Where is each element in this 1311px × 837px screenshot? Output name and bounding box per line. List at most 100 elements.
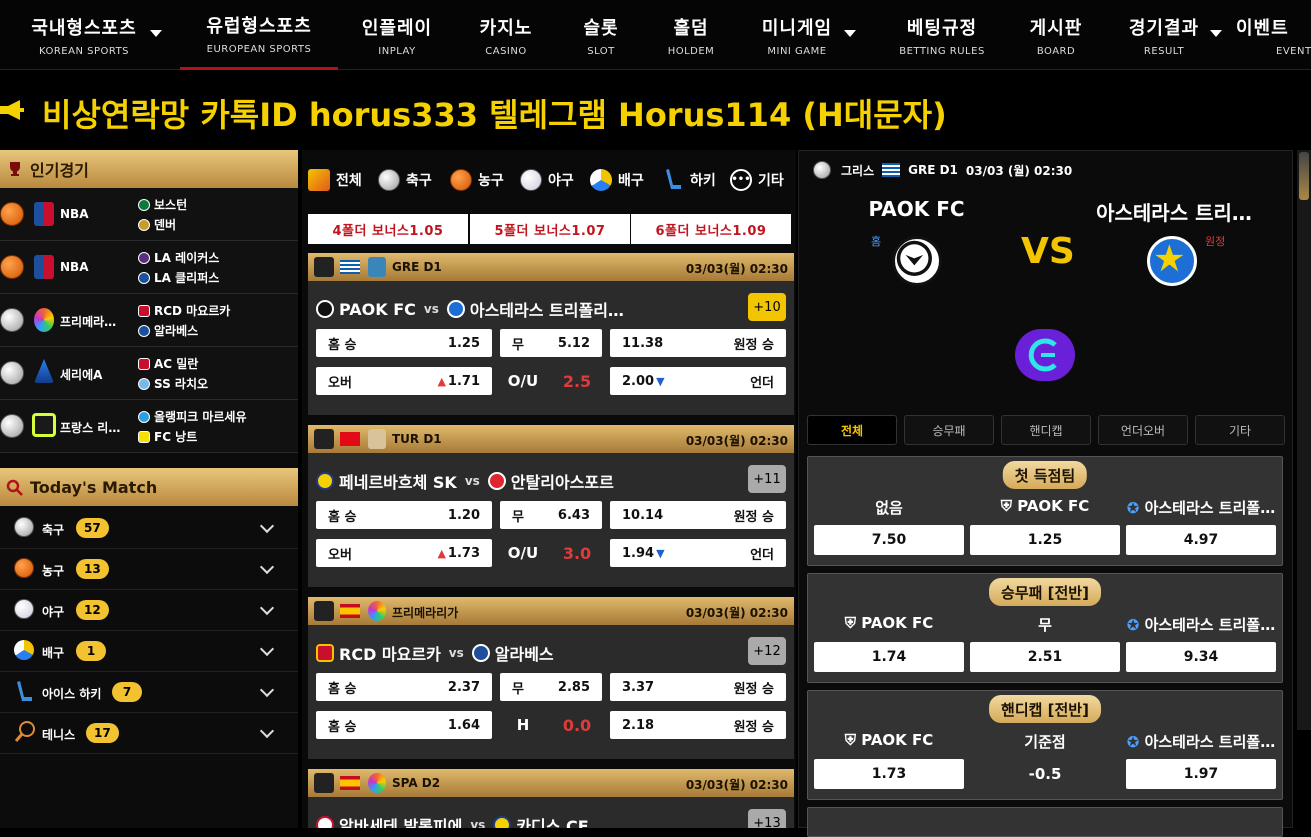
count-badge: 1 <box>76 641 106 661</box>
today-sport-soccer[interactable]: 축구 57 <box>0 508 298 549</box>
nav-board[interactable]: 게시판 BOARD <box>1020 0 1092 70</box>
filter-all[interactable]: 전체 <box>308 167 362 193</box>
market-1x2-first-half: 승무패 [전반] ⛨ PAOK FC 무 ✪ 아스테라스 트리폴… 1.74 2… <box>807 573 1283 683</box>
odds-button[interactable]: 7.50 <box>814 525 964 555</box>
nav-label: 인플레이 <box>361 17 433 39</box>
star-crest-icon: ✪ <box>1126 733 1145 751</box>
nav-korean-sports[interactable]: 국내형스포츠 KOREAN SPORTS <box>14 0 162 70</box>
odds-label: 홈 승 <box>328 337 357 353</box>
odds-draw[interactable]: 무 2.85 <box>500 673 602 701</box>
filter-soccer[interactable]: 축구 <box>378 167 432 193</box>
nav-casino[interactable]: 카지노 CASINO <box>466 0 546 70</box>
more-markets-button[interactable]: +11 <box>748 465 786 493</box>
live-stream-icon[interactable] <box>1015 329 1075 381</box>
baseball-icon <box>14 599 34 619</box>
odds-away[interactable]: 10.14 원정 승 <box>610 501 786 529</box>
tab-etc[interactable]: 기타 <box>1195 415 1285 445</box>
nav-slot[interactable]: 슬롯 SLOT <box>566 0 636 70</box>
popular-match[interactable]: 프리메라… RCD 마요르카 알라베스 <box>0 294 298 347</box>
odds-over[interactable]: 오버 ▲ 1.71 <box>316 367 492 395</box>
today-sport-hockey[interactable]: 아이스 하키 7 <box>0 672 298 713</box>
today-sport-volleyball[interactable]: 배구 1 <box>0 631 298 672</box>
odds-value: 3.37 <box>622 679 655 695</box>
today-sport-tennis[interactable]: 테니스 17 <box>0 713 298 754</box>
odds-home[interactable]: 홈 승 2.37 <box>316 673 492 701</box>
odds-label: 언더 <box>750 375 774 391</box>
count-badge: 17 <box>86 723 119 743</box>
odds-button[interactable]: 1.73 <box>814 759 964 789</box>
home-team: RCD 마요르카 <box>339 645 441 664</box>
nba-logo-icon <box>34 202 54 226</box>
more-markets-button[interactable]: +10 <box>748 293 786 321</box>
match-time: 03/03(월) 02:30 <box>685 778 788 792</box>
scrollbar[interactable] <box>1297 150 1311 730</box>
tab-win-draw-lose[interactable]: 승무패 <box>904 415 994 445</box>
odds-button[interactable]: 1.97 <box>1126 759 1276 789</box>
tab-over-under[interactable]: 언더오버 <box>1098 415 1188 445</box>
detail-country: 그리스 <box>841 163 875 178</box>
today-sport-baseball[interactable]: 야구 12 <box>0 590 298 631</box>
arrow-down-icon: ▼ <box>656 546 665 560</box>
today-sport-basketball[interactable]: 농구 13 <box>0 549 298 590</box>
filter-basketball[interactable]: 농구 <box>450 167 504 193</box>
nav-mini-game[interactable]: 미니게임 MINI GAME <box>752 0 856 70</box>
filter-volleyball[interactable]: 배구 <box>590 167 644 193</box>
nav-sublabel: INPLAY <box>378 45 416 57</box>
nav-european-sports[interactable]: 유럽형스포츠 EUROPEAN SPORTS <box>180 0 338 70</box>
odds-under[interactable]: 1.94 ▼ 언더 <box>610 539 786 567</box>
team-logo-icon <box>493 816 512 828</box>
popular-match[interactable]: 프랑스 리… 올랭피크 마르세유 FC 낭트 <box>0 400 298 453</box>
odds-home[interactable]: 홈 승 1.20 <box>316 501 492 529</box>
odds-over[interactable]: 오버 ▲ 1.73 <box>316 539 492 567</box>
tab-all[interactable]: 전체 <box>807 415 897 445</box>
today-header: Today's Match <box>0 468 298 506</box>
bonus-4-folder[interactable]: 4폴더 보너스1.05 <box>308 214 468 244</box>
odds-draw[interactable]: 무 5.12 <box>500 329 602 357</box>
away-team: 카디스 CF <box>516 817 589 828</box>
nav-event[interactable]: 이벤트 EVENT <box>1236 0 1311 70</box>
nav-holdem[interactable]: 홀덤 HOLDEM <box>656 0 726 70</box>
filter-hockey[interactable]: 하키 <box>662 167 716 193</box>
nav-betting-rules[interactable]: 베팅규정 BETTING RULES <box>892 0 992 70</box>
filter-etc[interactable]: ••• 기타 <box>730 167 784 193</box>
odds-value: 10.14 <box>622 507 664 523</box>
odds-button[interactable]: 9.34 <box>1126 642 1276 672</box>
odds-under[interactable]: 2.00 ▼ 언더 <box>610 367 786 395</box>
odds-handicap-home[interactable]: 홈 승 1.64 <box>316 711 492 739</box>
trophy-icon <box>10 162 20 176</box>
more-icon: ••• <box>730 169 752 191</box>
today-title: Today's Match <box>30 477 158 497</box>
odds-button[interactable]: 4.97 <box>1126 525 1276 555</box>
tab-handicap[interactable]: 핸디캡 <box>1001 415 1091 445</box>
odds-value: 2.00 <box>622 373 655 389</box>
odds-label: 홈 승 <box>328 681 357 697</box>
more-markets-button[interactable]: +13 <box>748 809 786 828</box>
team-logo-icon <box>446 300 465 318</box>
count-badge: 12 <box>76 600 109 620</box>
odds-button[interactable]: 2.51 <box>970 642 1120 672</box>
popular-match[interactable]: 세리에A AC 밀란 SS 라치오 <box>0 347 298 400</box>
nav-result[interactable]: 경기결과 RESULT <box>1122 0 1222 70</box>
odds-away[interactable]: 3.37 원정 승 <box>610 673 786 701</box>
filter-baseball[interactable]: 야구 <box>520 167 574 193</box>
scrollbar-thumb[interactable] <box>1299 152 1309 200</box>
bonus-6-folder[interactable]: 6폴더 보너스1.09 <box>631 214 791 244</box>
hockey-stick-icon <box>666 169 681 189</box>
odds-draw[interactable]: 무 6.43 <box>500 501 602 529</box>
filter-label: 하키 <box>690 173 716 189</box>
option-label: 아스테라스 트리폴… <box>1144 499 1276 517</box>
chevron-down-icon <box>259 518 275 534</box>
popular-match[interactable]: NBA 보스턴 덴버 <box>0 188 298 241</box>
odds-button[interactable]: 1.74 <box>814 642 964 672</box>
odds-button[interactable]: 1.25 <box>970 525 1120 555</box>
team-name: LA 클리퍼스 <box>154 271 220 285</box>
popular-match[interactable]: NBA LA 레이커스 LA 클리퍼스 <box>0 241 298 294</box>
odds-home[interactable]: 홈 승 1.25 <box>316 329 492 357</box>
popular-away: 알라베스 <box>138 322 198 339</box>
odds-value: 1.25 <box>447 335 480 351</box>
nav-inplay[interactable]: 인플레이 INPLAY <box>352 0 442 70</box>
more-markets-button[interactable]: +12 <box>748 637 786 665</box>
odds-away[interactable]: 11.38 원정 승 <box>610 329 786 357</box>
bonus-5-folder[interactable]: 5폴더 보너스1.07 <box>470 214 630 244</box>
odds-handicap-away[interactable]: 2.18 원정 승 <box>610 711 786 739</box>
